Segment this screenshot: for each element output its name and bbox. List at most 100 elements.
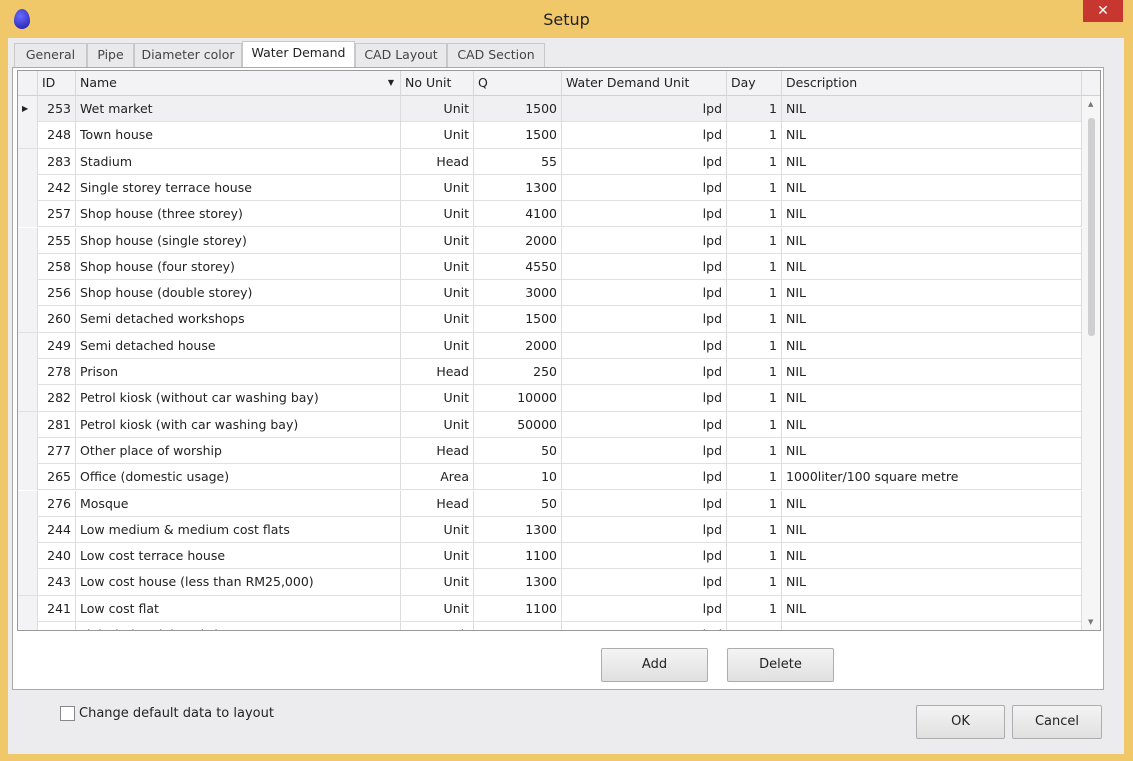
cell-q[interactable]: 55 — [474, 148, 562, 175]
cell-id[interactable]: 278 — [38, 359, 76, 385]
cell-water-demand-unit[interactable]: lpd — [562, 569, 727, 596]
cell-id[interactable]: 282 — [38, 385, 76, 412]
table-row[interactable]: 277 Other place of worship Head 50 lpd 1 NIL — [18, 437, 1082, 465]
tab-cad-section[interactable]: CAD Section — [447, 43, 545, 68]
table-row[interactable]: 256 Shop house (double storey) Unit 3000 lpd… — [18, 280, 1082, 307]
add-button[interactable]: Add — [601, 648, 708, 682]
cell-name[interactable]: Semi detached house — [76, 332, 401, 359]
cancel-button[interactable]: Cancel — [1012, 705, 1102, 739]
cell-description[interactable]: NIL — [782, 595, 1082, 622]
row-header[interactable] — [18, 490, 38, 517]
table-row[interactable]: 243 Low cost house (less than RM25,000) Un… — [18, 569, 1082, 596]
cell-description[interactable]: NIL — [782, 148, 1082, 175]
cell-day[interactable]: 1 — [727, 411, 782, 438]
scroll-up-icon[interactable]: ▲ — [1088, 100, 1093, 108]
cell-water-demand-unit[interactable]: lpd — [562, 622, 727, 630]
cell-q[interactable]: 2000 — [474, 332, 562, 359]
cell-q[interactable]: 50 — [474, 490, 562, 517]
cell-day[interactable]: 1 — [727, 437, 782, 464]
cell-id[interactable]: 248 — [38, 122, 76, 149]
cell-day[interactable]: 1 — [727, 359, 782, 385]
change-default-checkbox[interactable] — [60, 706, 75, 721]
row-header[interactable] — [18, 306, 38, 333]
cell-q[interactable]: 1500 — [474, 96, 562, 122]
row-header[interactable] — [18, 280, 38, 307]
cell-day[interactable]: 1 — [727, 385, 782, 412]
cell-no-unit[interactable]: Unit — [401, 306, 474, 333]
table-row[interactable]: 240 Low cost terrace house Unit 1100 lpd 1 NIL — [18, 543, 1082, 570]
cell-water-demand-unit[interactable]: lpd — [562, 227, 727, 254]
vertical-scrollbar[interactable]: ▲ ▼ — [1082, 96, 1100, 630]
row-header[interactable] — [18, 411, 38, 438]
cell-day[interactable]: 1 — [727, 253, 782, 280]
cell-no-unit[interactable]: Unit — [401, 280, 474, 307]
column-header-water-demand-unit[interactable]: Water Demand Unit — [562, 71, 727, 96]
cell-id[interactable]: 242 — [38, 174, 76, 201]
cell-no-unit[interactable]: Unit — [401, 411, 474, 438]
cell-no-unit[interactable]: Unit — [401, 96, 474, 122]
row-header[interactable] — [18, 227, 38, 254]
table-row[interactable]: 282 Petrol kiosk (without car washing bay… — [18, 385, 1082, 412]
cell-q[interactable]: 1500 — [474, 306, 562, 333]
row-header[interactable] — [18, 516, 38, 543]
cell-day[interactable]: 1 — [727, 490, 782, 517]
cell-day[interactable]: 1 — [727, 543, 782, 570]
cell-id[interactable]: 260 — [38, 306, 76, 333]
row-header[interactable] — [18, 359, 38, 385]
row-header[interactable] — [18, 464, 38, 491]
cell-no-unit[interactable]: Unit — [401, 174, 474, 201]
cell-q[interactable]: 1300 — [474, 174, 562, 201]
cell-water-demand-unit[interactable]: lpd — [562, 464, 727, 491]
cell-water-demand-unit[interactable]: lpd — [562, 174, 727, 201]
cell-no-unit[interactable]: Unit — [401, 227, 474, 254]
cell-name[interactable]: Single storey terrace house — [76, 174, 401, 201]
column-header-description[interactable]: Description — [782, 71, 1082, 96]
table-row[interactable]: 249 Semi detached house Unit 2000 lpd 1 NIL — [18, 332, 1082, 359]
row-header[interactable] — [18, 201, 38, 228]
cell-description[interactable]: 1000liter/100 square metre — [782, 464, 1082, 491]
cell-no-unit[interactable]: Unit — [401, 385, 474, 412]
cell-water-demand-unit[interactable]: lpd — [562, 201, 727, 228]
cell-id[interactable]: 259 — [38, 622, 76, 630]
table-row[interactable]: 258 Shop house (four storey) Unit 4550 lpd 1 N… — [18, 253, 1082, 281]
cell-q[interactable]: 1300 — [474, 516, 562, 543]
cell-water-demand-unit[interactable]: lpd — [562, 543, 727, 570]
scroll-thumb[interactable] — [1088, 118, 1095, 336]
table-row[interactable]: 278 Prison Head 250 lpd 1 NIL — [18, 359, 1082, 386]
column-header-q[interactable]: Q — [474, 71, 562, 96]
table-row[interactable]: 259Light industrial workshopsUnit1500lpd… — [18, 622, 1082, 630]
cell-day[interactable]: 1 — [727, 306, 782, 333]
cell-description[interactable]: NIL — [782, 569, 1082, 596]
cell-no-unit[interactable]: Unit — [401, 201, 474, 228]
cell-name[interactable]: Low cost house (less than RM25,000) — [76, 569, 401, 596]
cell-name[interactable]: Petrol kiosk (with car washing bay) — [76, 411, 401, 438]
column-header-day[interactable]: Day — [727, 71, 782, 96]
row-header[interactable] — [18, 622, 38, 630]
cell-name[interactable]: Light industrial workshops — [76, 622, 401, 630]
cell-water-demand-unit[interactable]: lpd — [562, 516, 727, 543]
row-header[interactable] — [18, 148, 38, 175]
cell-no-unit[interactable]: Head — [401, 490, 474, 517]
cell-description[interactable]: NIL — [782, 306, 1082, 333]
row-header[interactable] — [18, 385, 38, 412]
row-header[interactable] — [18, 174, 38, 201]
cell-day[interactable]: 1 — [727, 148, 782, 175]
cell-id[interactable]: 243 — [38, 569, 76, 596]
cell-water-demand-unit[interactable]: lpd — [562, 280, 727, 307]
cell-q[interactable]: 1500 — [474, 122, 562, 149]
cell-name[interactable]: Shop house (four storey) — [76, 253, 401, 280]
table-row[interactable]: 257 Shop house (three storey) Unit 4100 lpd 1… — [18, 201, 1082, 228]
cell-no-unit[interactable]: Unit — [401, 569, 474, 596]
cell-description[interactable]: NIL — [782, 122, 1082, 149]
cell-no-unit[interactable]: Unit — [401, 253, 474, 280]
cell-no-unit[interactable]: Unit — [401, 122, 474, 149]
table-row[interactable]: 244 Low medium & medium cost flats Unit 130… — [18, 516, 1082, 544]
cell-no-unit[interactable]: Unit — [401, 516, 474, 543]
cell-description[interactable]: NIL — [782, 359, 1082, 385]
column-header-no-unit[interactable]: No Unit — [401, 71, 474, 96]
filter-dropdown-icon[interactable]: ▼ — [388, 71, 394, 95]
tab-diameter-color[interactable]: Diameter color — [134, 43, 242, 68]
cell-no-unit[interactable]: Head — [401, 359, 474, 385]
cell-day[interactable]: 1 — [727, 227, 782, 254]
cell-id[interactable]: 241 — [38, 595, 76, 622]
